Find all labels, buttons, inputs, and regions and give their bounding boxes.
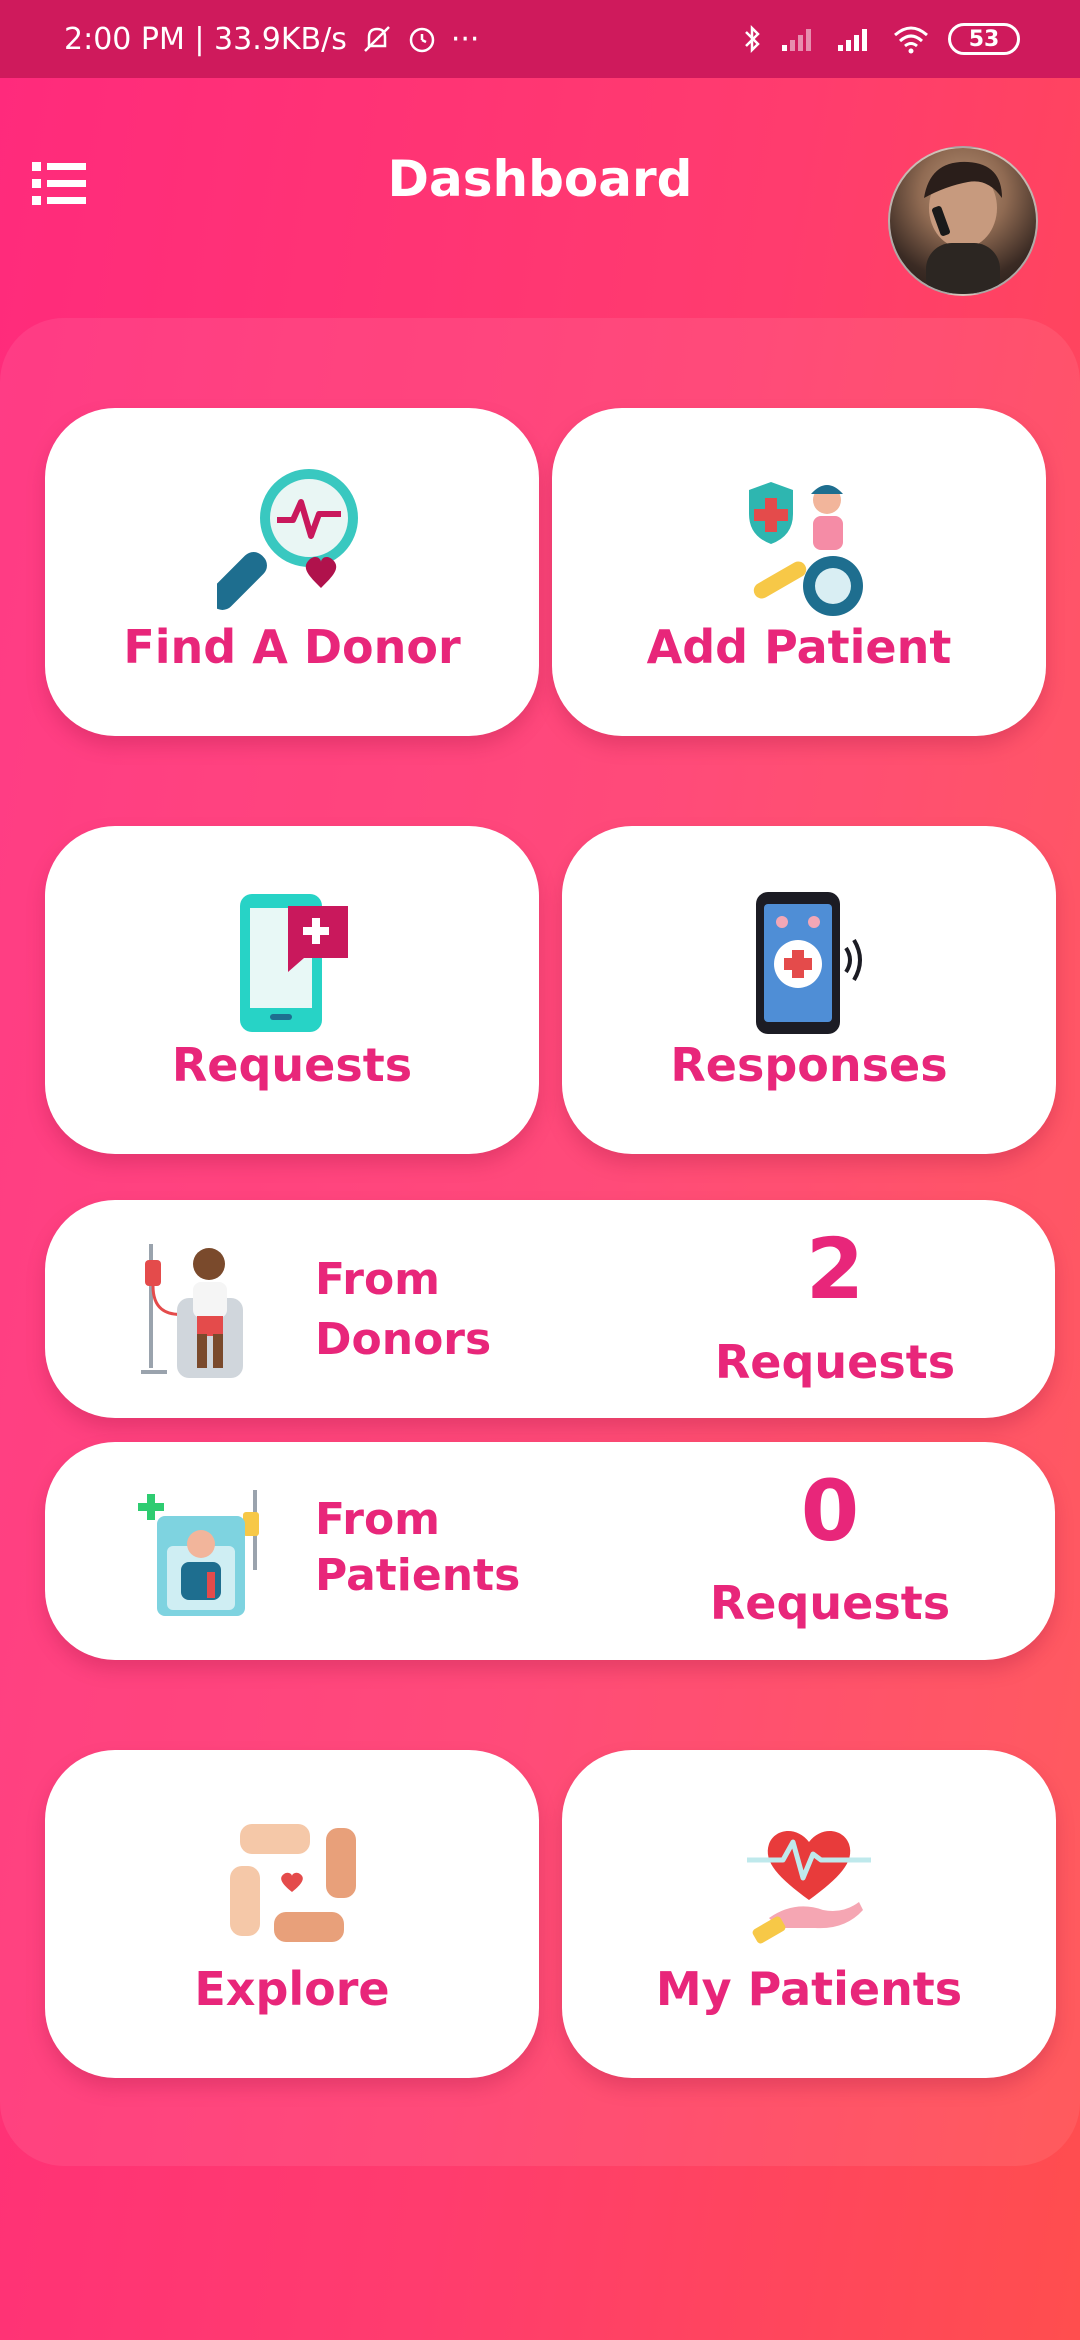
- explore-label: Explore: [194, 1962, 390, 2016]
- explore-card[interactable]: Explore: [45, 1750, 539, 2078]
- wifi-icon: [892, 24, 930, 54]
- from-patients-count-label: Requests: [709, 1576, 951, 1630]
- more-indicator: ···: [450, 21, 480, 57]
- from-patients-card[interactable]: From Patients 0 Requests: [45, 1442, 1055, 1660]
- from-donors-line2: Donors: [315, 1314, 492, 1365]
- battery-indicator: 53: [948, 23, 1020, 55]
- mute-notification-icon: [361, 24, 393, 54]
- my-patients-card[interactable]: My Patients: [562, 1750, 1056, 2078]
- requests-label: Requests: [171, 1038, 413, 1092]
- requests-card[interactable]: Requests: [45, 826, 539, 1154]
- signal-weak-icon: [780, 25, 818, 53]
- from-donors-line1: From: [315, 1254, 441, 1305]
- responses-label: Responses: [670, 1038, 948, 1092]
- from-patients-line1: From: [315, 1494, 441, 1545]
- phone-request-icon: [232, 888, 352, 1038]
- from-donors-card[interactable]: From Donors 2 Requests: [45, 1200, 1055, 1418]
- alarm-icon: [407, 24, 437, 54]
- add-patient-label: Add Patient: [646, 620, 952, 674]
- signal-strong-icon: [836, 25, 874, 53]
- from-patients-count: 0: [800, 1462, 860, 1560]
- patient-wheelchair-icon: [729, 478, 869, 618]
- find-donor-label: Find A Donor: [123, 620, 461, 674]
- status-bar: 2:00 PM | 33.9KB/s ··· 53: [0, 0, 1080, 78]
- magnifier-heart-icon: [209, 468, 367, 618]
- hands-heart-icon: [222, 1818, 362, 1948]
- find-donor-card[interactable]: Find A Donor: [45, 408, 539, 736]
- status-time-speed: 2:00 PM | 33.9KB/s: [64, 21, 347, 57]
- my-patients-label: My Patients: [655, 1962, 963, 2016]
- add-patient-card[interactable]: Add Patient: [552, 408, 1046, 736]
- hand-heart-icon: [739, 1814, 879, 1954]
- bluetooth-icon: [742, 24, 762, 54]
- from-donors-count: 2: [805, 1220, 865, 1318]
- phone-response-icon: [744, 888, 874, 1038]
- from-donors-count-label: Requests: [714, 1335, 956, 1389]
- donor-iv-icon: [137, 1238, 257, 1382]
- from-patients-line2: Patients: [315, 1550, 521, 1601]
- avatar[interactable]: [888, 146, 1038, 296]
- patient-bed-icon: [137, 1486, 267, 1620]
- responses-card[interactable]: Responses: [562, 826, 1056, 1154]
